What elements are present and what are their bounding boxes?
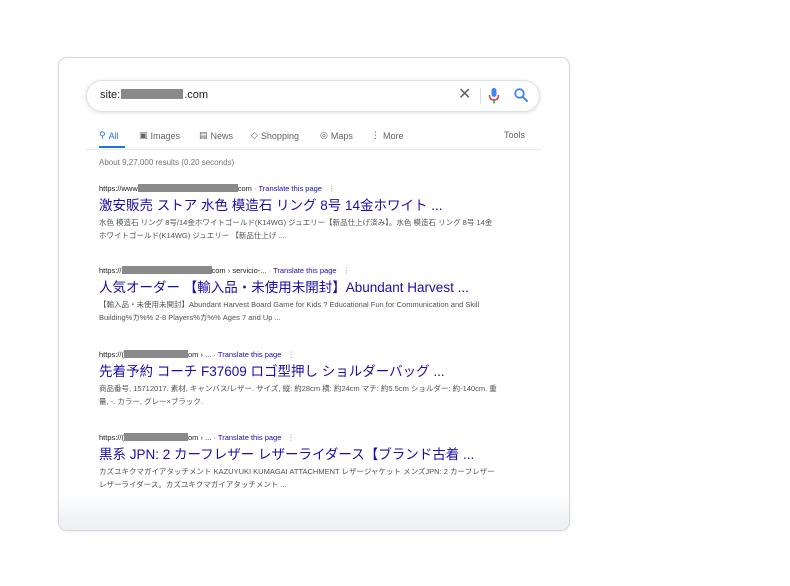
news-icon: ▤ — [199, 130, 208, 140]
result-url[interactable]: https://(om › ... · Translate this page ⋮ — [99, 349, 509, 360]
tab-more[interactable]: ⋮ More — [371, 130, 404, 141]
more-vert-icon[interactable]: ⋮ — [287, 433, 295, 442]
tab-images[interactable]: ▣ Images — [139, 130, 180, 141]
search-input[interactable]: site: .com ✕ — [86, 80, 540, 112]
search-divider — [480, 88, 481, 104]
tag-icon: ◇ — [251, 130, 258, 140]
result-snippet: 【輸入品・未使用未開封】Abundant Harvest Board Game … — [99, 300, 480, 322]
active-tab-indicator — [99, 146, 125, 148]
translate-link[interactable]: Translate this page — [218, 433, 282, 442]
more-vert-icon[interactable]: ⋮ — [328, 184, 336, 193]
result-url[interactable]: https://com › servicio-... · Translate t… — [99, 265, 509, 276]
tab-shopping[interactable]: ◇ Shopping — [251, 130, 299, 141]
search-query[interactable]: site: .com — [100, 89, 208, 101]
result-title[interactable]: 先着予約 コーチ F37609 ロゴ型押し ショルダーバッグ ... — [99, 363, 509, 380]
result-url[interactable]: https://(om › ... · Translate this page ⋮ — [99, 432, 509, 443]
more-vert-icon[interactable]: ⋮ — [287, 350, 295, 359]
tab-maps[interactable]: ◎ Maps — [320, 130, 353, 141]
redacted-domain — [137, 184, 238, 192]
pin-icon: ◎ — [320, 130, 328, 140]
close-icon[interactable]: ✕ — [458, 86, 471, 104]
redacted-domain — [121, 89, 184, 99]
microphone-icon[interactable] — [488, 87, 500, 105]
result-title[interactable]: 人気オーダー 【輸入品・未使用未開封】Abundant Harvest ... — [99, 279, 509, 296]
search-result: https://www com · Translate this page ⋮ 激安… — [99, 183, 509, 242]
translate-link[interactable]: Translate this page — [273, 266, 337, 275]
redacted-domain — [121, 266, 212, 274]
search-result: https://(om › ... · Translate this page ⋮… — [99, 432, 509, 491]
search-icon: ⚲ — [99, 130, 106, 140]
search-result: https://(om › ... · Translate this page ⋮… — [99, 349, 509, 408]
redacted-domain — [124, 433, 189, 441]
bottom-fade — [59, 494, 569, 530]
tab-all[interactable]: ⚲ All — [99, 130, 119, 141]
search-result: https://com › servicio-... · Translate t… — [99, 265, 509, 324]
image-icon: ▣ — [139, 130, 148, 140]
result-url[interactable]: https://www com · Translate this page ⋮ — [99, 183, 509, 194]
more-vert-icon: ⋮ — [371, 130, 380, 140]
tools-button[interactable]: Tools — [504, 130, 525, 140]
tab-news[interactable]: ▤ News — [199, 130, 233, 141]
result-snippet: 商品番号, 15712017. 素材, キャンバス/レザー. サイズ, 縦: 約… — [99, 384, 497, 406]
result-stats: About 9,27,000 results (0.20 seconds) — [99, 158, 235, 167]
result-snippet: 水色 模造石 リング 8号/14金ホワイトゴールド(K14WG) ジュエリー【新… — [99, 218, 493, 240]
more-vert-icon[interactable]: ⋮ — [343, 266, 351, 275]
result-snippet: カズユキクマガイアタッチメント KAZUYUKI KUMAGAI ATTACHM… — [99, 467, 495, 489]
tabs-divider — [86, 149, 542, 150]
result-title[interactable]: 激安販売 ストア 水色 模造石 リング 8号 14金ホワイト ... — [99, 197, 509, 214]
search-icon[interactable] — [513, 87, 529, 103]
redacted-domain — [124, 350, 189, 358]
browser-card: site: .com ✕ ⚲ All ▣ Images ▤ News ◇ Shopping… — [58, 57, 570, 531]
result-title[interactable]: 黒系 JPN: 2 カーフレザー レザーライダース【ブランド古着 ... — [99, 446, 509, 463]
translate-link[interactable]: Translate this page — [258, 184, 322, 193]
translate-link[interactable]: Translate this page — [218, 350, 282, 359]
